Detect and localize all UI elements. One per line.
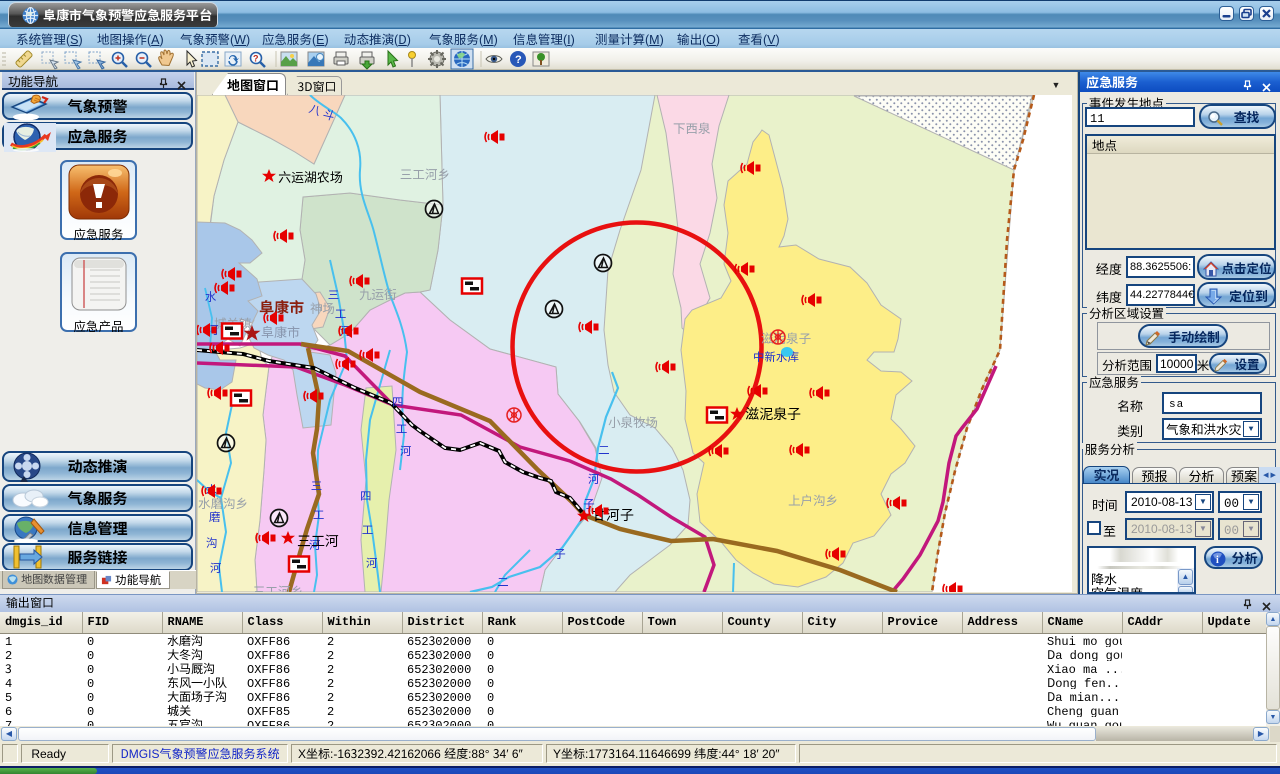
svg-text:沟: 沟 [206, 535, 218, 551]
svg-text:河: 河 [366, 555, 378, 571]
svg-text:i: i [1216, 555, 1219, 566]
svg-text:工: 工 [313, 507, 325, 523]
svg-text:三: 三 [311, 478, 323, 494]
svg-text:滋泥泉子: 滋泥泉子 [745, 404, 801, 424]
svg-text:河: 河 [400, 443, 412, 459]
svg-text:四: 四 [392, 394, 404, 410]
svg-text:工: 工 [396, 421, 408, 437]
svg-text:二: 二 [598, 442, 610, 458]
svg-text:三工河乡: 三工河乡 [253, 581, 303, 592]
svg-text:?: ? [515, 54, 522, 66]
svg-text:磨: 磨 [209, 509, 221, 525]
svg-text:?: ? [253, 54, 259, 64]
svg-text:子: 子 [554, 546, 566, 562]
svg-text:四: 四 [360, 488, 372, 504]
svg-text:工: 工 [335, 306, 347, 322]
svg-text:三工河: 三工河 [297, 531, 339, 551]
svg-text:阜康市: 阜康市 [261, 322, 300, 341]
svg-text:河: 河 [210, 560, 222, 576]
svg-text:工: 工 [362, 522, 374, 538]
svg-text:六运湖农场: 六运湖农场 [278, 167, 343, 186]
svg-text:九运街: 九运街 [359, 284, 397, 303]
svg-text:上户沟乡: 上户沟乡 [788, 490, 838, 509]
svg-text:滋泥泉子: 滋泥泉子 [761, 328, 812, 347]
svg-text:下西泉: 下西泉 [673, 118, 711, 137]
svg-text:水: 水 [205, 289, 217, 305]
svg-text:二: 二 [497, 574, 509, 590]
svg-text:河: 河 [588, 471, 600, 487]
svg-text:小泉牧场: 小泉牧场 [608, 412, 658, 431]
svg-text:三工河乡: 三工河乡 [400, 164, 450, 183]
svg-text:三: 三 [328, 287, 340, 303]
